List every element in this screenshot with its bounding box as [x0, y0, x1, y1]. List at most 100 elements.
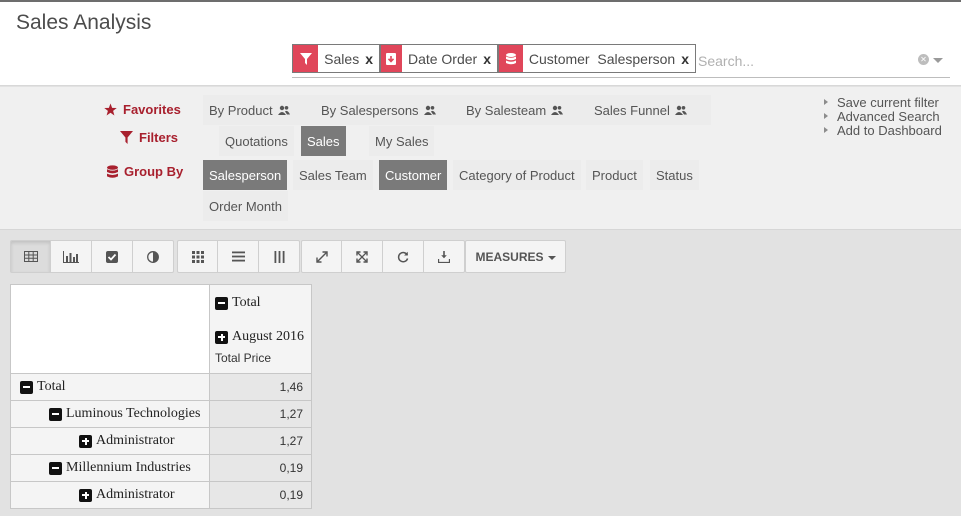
pivot-cell[interactable]: 0,19 [209, 454, 312, 482]
collapse-icon[interactable] [215, 296, 228, 310]
groupby-customer[interactable]: Customer [379, 160, 448, 190]
measures-dropdown[interactable]: MEASURES [465, 240, 566, 273]
row-label: Administrator [96, 487, 175, 502]
collapse-icon[interactable] [49, 461, 62, 475]
groupby-product[interactable]: Product [586, 160, 643, 190]
cohort-view-button[interactable] [92, 240, 133, 273]
pivot-cell[interactable]: 0,19 [209, 481, 312, 509]
col-total-label: Total [232, 295, 261, 310]
toggle-searchview-icon[interactable] [933, 58, 943, 63]
groupby-status[interactable]: Status [650, 160, 699, 190]
measure-header: Total Price [215, 351, 306, 367]
filter-sales[interactable]: Sales [301, 126, 346, 156]
dashboard-view-button[interactable] [133, 240, 174, 273]
facet-sales[interactable]: Sales x [292, 44, 380, 73]
fullscreen-icon [356, 250, 368, 263]
clear-search-icon[interactable]: ✕ [918, 54, 929, 65]
grid-icon [191, 250, 204, 263]
filter-my-sales[interactable]: My Sales [369, 126, 435, 156]
triangle-right-icon [824, 113, 828, 119]
facet-customer-salesperson[interactable]: Customer Salesperson x [498, 44, 696, 73]
database-icon [499, 45, 523, 72]
groupby-order-month[interactable]: Order Month [203, 191, 288, 221]
col-group-header[interactable]: August 2016 [215, 328, 306, 346]
favorite-label: Sales Funnel [594, 102, 670, 118]
flip-axis-button[interactable] [301, 240, 342, 273]
row-header-administrator[interactable]: Administrator [10, 481, 210, 509]
filter-quotations[interactable]: Quotations [219, 126, 294, 156]
add-to-dashboard-link[interactable]: Add to Dashboard [822, 123, 942, 138]
favorite-by-salespersons[interactable]: By Salespersons [315, 95, 442, 125]
expand-icon[interactable] [215, 330, 228, 344]
expand-icon[interactable] [79, 488, 92, 502]
columns-icon [274, 250, 284, 263]
grid-layout-button[interactable] [177, 240, 218, 273]
expand-all-button[interactable] [342, 240, 383, 273]
advanced-search-link[interactable]: Advanced Search [822, 109, 942, 124]
save-current-filter-link[interactable]: Save current filter [822, 94, 942, 110]
columns-layout-button[interactable] [259, 240, 300, 273]
searchview-drawer: Favorites By Product By Salespersons By … [0, 87, 961, 230]
groupby-label: Product [592, 167, 637, 183]
list-icon [231, 251, 245, 262]
filter-icon [120, 131, 133, 144]
check-icon [106, 250, 118, 263]
pivot-table: Total August 2016 Total Price Total 1,46… [10, 284, 312, 509]
pivot-cell[interactable]: 1,27 [209, 400, 312, 428]
database-icon [107, 164, 118, 178]
filter-label: My Sales [375, 133, 429, 149]
groupby-label: Sales Team [299, 167, 367, 183]
group-by-label: Group By [124, 164, 184, 179]
favorite-label: By Salesteam [466, 102, 547, 118]
row-header-administrator[interactable]: Administrator [10, 427, 210, 455]
reload-button[interactable] [383, 240, 424, 273]
facet-date-order[interactable]: Date Order x [380, 44, 498, 73]
groupby-sales-team[interactable]: Sales Team [293, 160, 373, 190]
pivot-row: Luminous Technologies 1,27 [10, 400, 312, 428]
pivot-row: Total 1,46 [10, 373, 312, 401]
list-layout-button[interactable] [218, 240, 259, 273]
row-label: Total [37, 379, 66, 394]
filters-label: Filters [139, 130, 179, 145]
download-button[interactable] [424, 240, 465, 273]
facet-remove-button[interactable]: x [365, 45, 379, 72]
row-header-luminous-technologies[interactable]: Luminous Technologies [10, 400, 210, 428]
pivot-cell[interactable]: 1,27 [209, 427, 312, 455]
users-icon [423, 103, 436, 118]
groupby-label: Salesperson [209, 167, 282, 183]
refresh-icon [397, 251, 409, 262]
filters-title[interactable]: Filters [120, 130, 178, 145]
triangle-right-icon [824, 127, 828, 133]
collapse-icon[interactable] [20, 380, 33, 394]
col-total-header[interactable]: Total [215, 294, 306, 312]
facet-remove-button[interactable]: x [681, 45, 695, 72]
row-header-total[interactable]: Total [10, 373, 210, 401]
pivot-cell[interactable]: 1,46 [209, 373, 312, 401]
expand-icon [315, 250, 328, 263]
favorite-sales-funnel[interactable]: Sales Funnel [588, 95, 693, 125]
users-icon [551, 103, 564, 118]
graph-view-button[interactable] [51, 240, 92, 273]
favorite-label: By Product [209, 102, 273, 118]
favorite-by-salesteam[interactable]: By Salesteam [460, 95, 569, 125]
row-header-millennium-industries[interactable]: Millennium Industries [10, 454, 210, 482]
pivot-view-button[interactable] [10, 240, 51, 273]
facet-remove-button[interactable]: x [483, 45, 497, 72]
search-input[interactable] [698, 50, 908, 72]
pivot-header-row: Total August 2016 Total Price [10, 284, 312, 374]
favorite-by-product[interactable]: By Product [203, 95, 296, 125]
link-label: Save current filter [837, 94, 939, 110]
expand-icon[interactable] [79, 434, 92, 448]
favorites-title[interactable]: Favorites [104, 102, 181, 117]
search-bar: Sales x Date Order x Customer Salesperso… [292, 44, 950, 78]
groupby-category-of-product[interactable]: Category of Product [453, 160, 581, 190]
facet-label: Date Order [407, 50, 478, 67]
bar-chart-icon [63, 250, 79, 263]
pivot-table-icon [23, 251, 38, 262]
pivot-actions [301, 240, 465, 273]
group-by-title[interactable]: Group By [107, 164, 183, 179]
groupby-salesperson[interactable]: Salesperson [203, 160, 288, 190]
searchview-links: Save current filter Advanced Search Add … [822, 94, 942, 138]
groupby-label: Order Month [209, 198, 282, 214]
collapse-icon[interactable] [49, 407, 62, 421]
